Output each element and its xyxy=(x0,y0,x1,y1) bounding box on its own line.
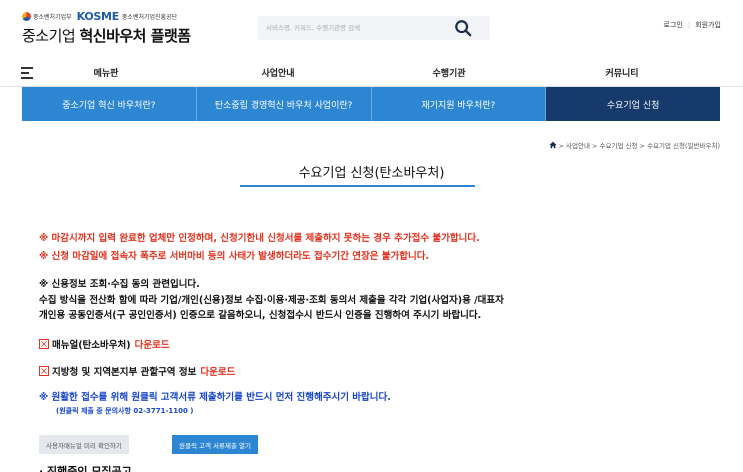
manual-preview-button[interactable]: 사용자매뉴얼 미리 확인하기 xyxy=(39,435,129,454)
ministry-name: 중소벤처기업부 xyxy=(33,14,72,21)
oneclick-contact: (원클릭 제출 중 문의사항 02-3771-1100 ) xyxy=(56,407,194,415)
kosme-subtitle: 중소벤처기업진흥공단 xyxy=(121,14,178,21)
pdf-file-icon xyxy=(39,366,49,376)
signup-link[interactable]: 회원가입 xyxy=(695,21,721,29)
site-header: 중소벤처기업부 KOSME 중소벤처기업진흥공단 중소기업 혁신바우처 플랫폼 … xyxy=(0,0,743,58)
search-box xyxy=(258,16,490,40)
ministry-logo[interactable]: 중소벤처기업부 KOSME 중소벤처기업진흥공단 xyxy=(22,10,177,23)
oneclick-notice: ※ 원활한 접수를 위해 원클릭 고객서류 제출하기를 반드시 먼저 진행해주시… xyxy=(39,392,391,403)
manual-download-row: 매뉴얼(탄소바우처) 다운로드 xyxy=(39,337,170,351)
tab-recovery-voucher[interactable]: 재기지원 바우처란? xyxy=(371,87,547,121)
gnb-item-community[interactable]: 커뮤니티 xyxy=(605,66,638,79)
sub-navigation: 중소기업 혁신 바우처란? 탄소중립 경영혁신 바우처 사업이란? 재기지원 바… xyxy=(22,87,720,121)
site-title[interactable]: 중소기업 혁신바우처 플랫폼 xyxy=(22,25,191,46)
manual-download-link[interactable]: 다운로드 xyxy=(135,337,170,351)
title-underline xyxy=(240,185,475,187)
credit-notice-line: 개인용 공동인증서(구 공인인증서) 인증으로 갈음하오니, 신청접수시 반드시… xyxy=(39,310,482,321)
search-input[interactable] xyxy=(266,20,446,36)
region-download-link[interactable]: 다운로드 xyxy=(200,364,235,378)
credit-notice-title: ※ 신용정보 조회·수집 동의 관련입니다. xyxy=(39,279,200,290)
gnb-item-agencies[interactable]: 수행기관 xyxy=(432,66,465,79)
gnb-item-business[interactable]: 사업안내 xyxy=(261,66,294,79)
site-title-main: 혁신바우처 플랫폼 xyxy=(79,27,191,45)
breadcrumb: > 사업안내 > 수요기업 신청 > 수요기업 신청(일반바우처) xyxy=(548,140,720,150)
user-links: 로그인 | 회원가입 xyxy=(664,20,721,30)
link-divider: | xyxy=(687,21,691,29)
pdf-file-icon xyxy=(39,339,49,349)
tab-innovation-voucher[interactable]: 중소기업 혁신 바우처란? xyxy=(22,87,197,121)
section-title-open-calls: · 진행중인 모집공고 xyxy=(39,465,132,472)
page-title: 수요기업 신청(탄소바우처) xyxy=(298,166,445,181)
breadcrumb-path: > 사업안내 > 수요기업 신청 > 수요기업 신청(일반바우처) xyxy=(558,142,720,150)
hamburger-menu-icon[interactable] xyxy=(21,67,33,79)
kosme-logo: KOSME xyxy=(76,10,120,23)
gnb-item-menu[interactable]: 메뉴판 xyxy=(94,66,119,79)
tab-demand-application[interactable]: 수요기업 신청 xyxy=(546,87,720,121)
deadline-notice: ※ 마감시까지 입력 완료한 업체만 인정하며, 신청기한내 신청서를 제출하지… xyxy=(39,233,480,244)
site-title-prefix: 중소기업 xyxy=(22,27,76,45)
server-notice: ※ 신청 마감일에 접속자 폭주로 서버마비 등의 사태가 발생하더라도 접수기… xyxy=(39,251,430,262)
tab-carbon-voucher[interactable]: 탄소중립 경영혁신 바우처 사업이란? xyxy=(196,87,372,121)
oneclick-submit-button[interactable]: 원클릭 고객 서류제출 열기 xyxy=(172,435,258,454)
main-navigation: 메뉴판 사업안내 수행기관 커뮤니티 xyxy=(0,58,743,87)
credit-notice: ※ 신용정보 조회·수집 동의 관련입니다. 수집 방식을 전산화 함에 따라 … xyxy=(39,277,504,324)
region-label: 지방청 및 지역본지부 관할구역 정보 xyxy=(52,367,197,378)
manual-label: 매뉴얼(탄소바우처) xyxy=(52,340,131,351)
region-download-row: 지방청 및 지역본지부 관할구역 정보 다운로드 xyxy=(39,364,235,378)
login-link[interactable]: 로그인 xyxy=(664,21,683,29)
home-icon[interactable] xyxy=(548,141,557,149)
credit-notice-line: 수집 방식을 전산화 함에 따라 기업/개인(신용)정보 수집·이용·제공·조회… xyxy=(39,294,504,306)
ministry-emblem-icon xyxy=(22,12,31,21)
search-icon[interactable] xyxy=(454,19,472,37)
